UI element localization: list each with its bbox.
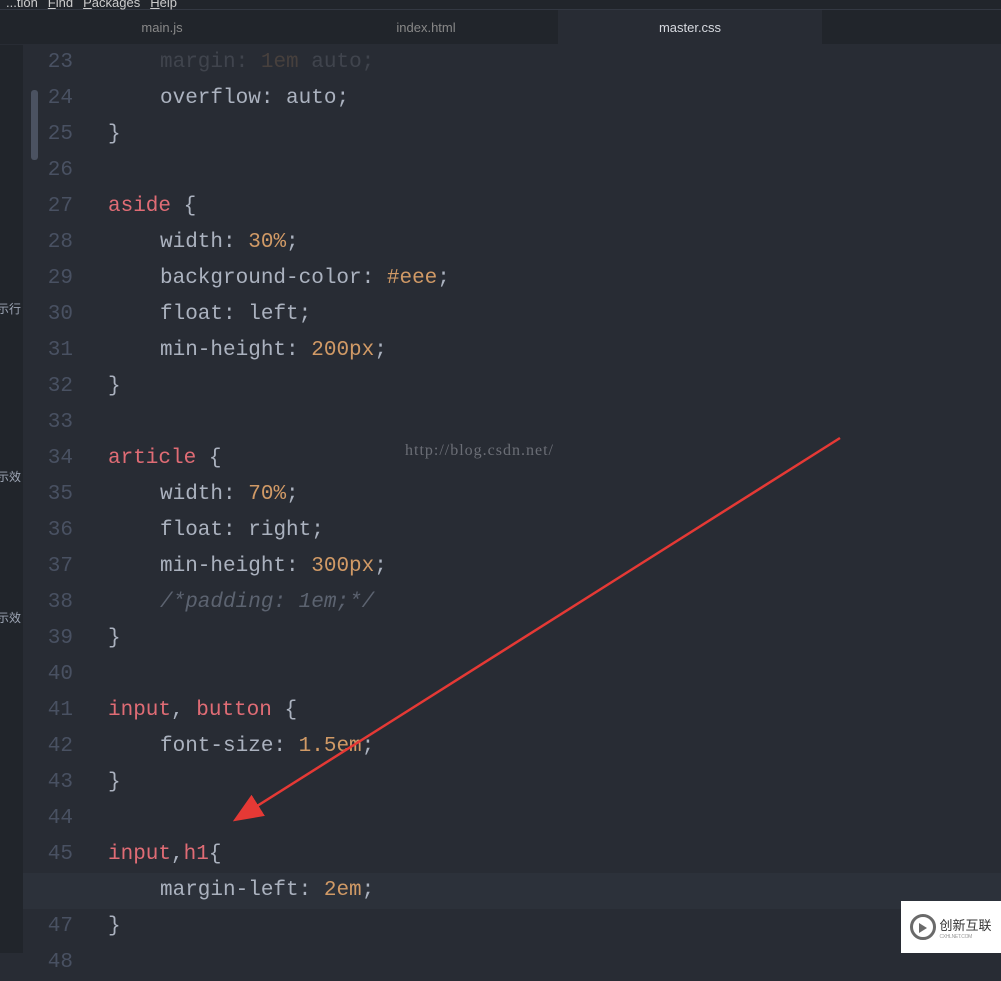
code-line[interactable]: float: left; — [108, 297, 1001, 333]
line-number: 44 — [23, 801, 73, 837]
code-line[interactable]: } — [108, 117, 1001, 153]
line-number: 29 — [23, 261, 73, 297]
line-number: 45 — [23, 837, 73, 873]
logo-mark-icon — [910, 914, 936, 940]
line-number: 40 — [23, 657, 73, 693]
menu-item-find[interactable]: Find — [48, 0, 73, 10]
code-line[interactable]: width: 70%; — [108, 477, 1001, 513]
tab-strip: main.js index.html master.css — [0, 9, 1001, 44]
code-line[interactable]: margin: 1em auto; — [108, 45, 1001, 81]
code-line[interactable]: margin-left: 2em; — [23, 873, 1001, 909]
tab-master-css[interactable]: master.css — [558, 10, 822, 44]
line-number: 23 — [23, 45, 73, 81]
sidebar: 示行 示效 示效 — [0, 45, 23, 953]
code-line[interactable]: } — [108, 621, 1001, 657]
line-number: 33 — [23, 405, 73, 441]
line-number: 28 — [23, 225, 73, 261]
line-number: 26 — [23, 153, 73, 189]
brand-logo: 创新互联 CXHLNET.COM — [901, 901, 1001, 953]
line-number: 41 — [23, 693, 73, 729]
line-number: 37 — [23, 549, 73, 585]
code-line[interactable]: width: 30%; — [108, 225, 1001, 261]
line-number: 43 — [23, 765, 73, 801]
line-number: 36 — [23, 513, 73, 549]
code-line[interactable] — [108, 405, 1001, 441]
tab-index-html[interactable]: index.html — [294, 10, 558, 44]
sidebar-item[interactable]: 示效 — [0, 609, 21, 626]
code-line[interactable]: } — [108, 909, 1001, 945]
menu-item[interactable]: ...tion — [6, 0, 38, 10]
code-line[interactable]: aside { — [108, 189, 1001, 225]
code-line[interactable] — [108, 153, 1001, 189]
line-number: 25 — [23, 117, 73, 153]
code-line[interactable] — [108, 657, 1001, 693]
line-number: 38 — [23, 585, 73, 621]
watermark-text: http://blog.csdn.net/ — [405, 442, 554, 460]
code-line[interactable]: float: right; — [108, 513, 1001, 549]
line-number: 30 — [23, 297, 73, 333]
code-line[interactable]: min-height: 200px; — [108, 333, 1001, 369]
code-line[interactable]: input, button { — [108, 693, 1001, 729]
logo-subtitle: CXHLNET.COM — [939, 934, 991, 940]
line-number: 32 — [23, 369, 73, 405]
code-line[interactable]: } — [108, 369, 1001, 405]
code-line[interactable]: input,h1{ — [108, 837, 1001, 873]
code-line[interactable]: min-height: 300px; — [108, 549, 1001, 585]
sidebar-item[interactable]: 示行 — [0, 300, 21, 317]
line-number: 34 — [23, 441, 73, 477]
code-editor[interactable]: 2324252627282930313233343536373839404142… — [23, 45, 1001, 953]
line-number: 39 — [23, 621, 73, 657]
logo-title: 创新互联 — [939, 915, 991, 934]
code-line[interactable] — [108, 801, 1001, 837]
code-line[interactable]: article { — [108, 441, 1001, 477]
code-line[interactable]: overflow: auto; — [108, 81, 1001, 117]
gutter: 2324252627282930313233343536373839404142… — [23, 45, 93, 981]
code-line[interactable] — [108, 945, 1001, 981]
code-line[interactable]: font-size: 1.5em; — [108, 729, 1001, 765]
code-line[interactable]: /*padding: 1em;*/ — [108, 585, 1001, 621]
code-line[interactable]: } — [108, 765, 1001, 801]
line-number: 31 — [23, 333, 73, 369]
line-number: 27 — [23, 189, 73, 225]
code-area[interactable]: margin: 1em auto;overflow: auto;} aside {… — [108, 45, 1001, 981]
tab-main-js[interactable]: main.js — [30, 10, 294, 44]
line-number: 24 — [23, 81, 73, 117]
line-number: 35 — [23, 477, 73, 513]
code-line[interactable]: background-color: #eee; — [108, 261, 1001, 297]
menu-item-packages[interactable]: Packages — [83, 0, 140, 10]
line-number: 47 — [23, 909, 73, 945]
sidebar-item[interactable]: 示效 — [0, 468, 21, 485]
menu-item-help[interactable]: Help — [150, 0, 177, 10]
line-number: 48 — [23, 945, 73, 981]
line-number: 42 — [23, 729, 73, 765]
